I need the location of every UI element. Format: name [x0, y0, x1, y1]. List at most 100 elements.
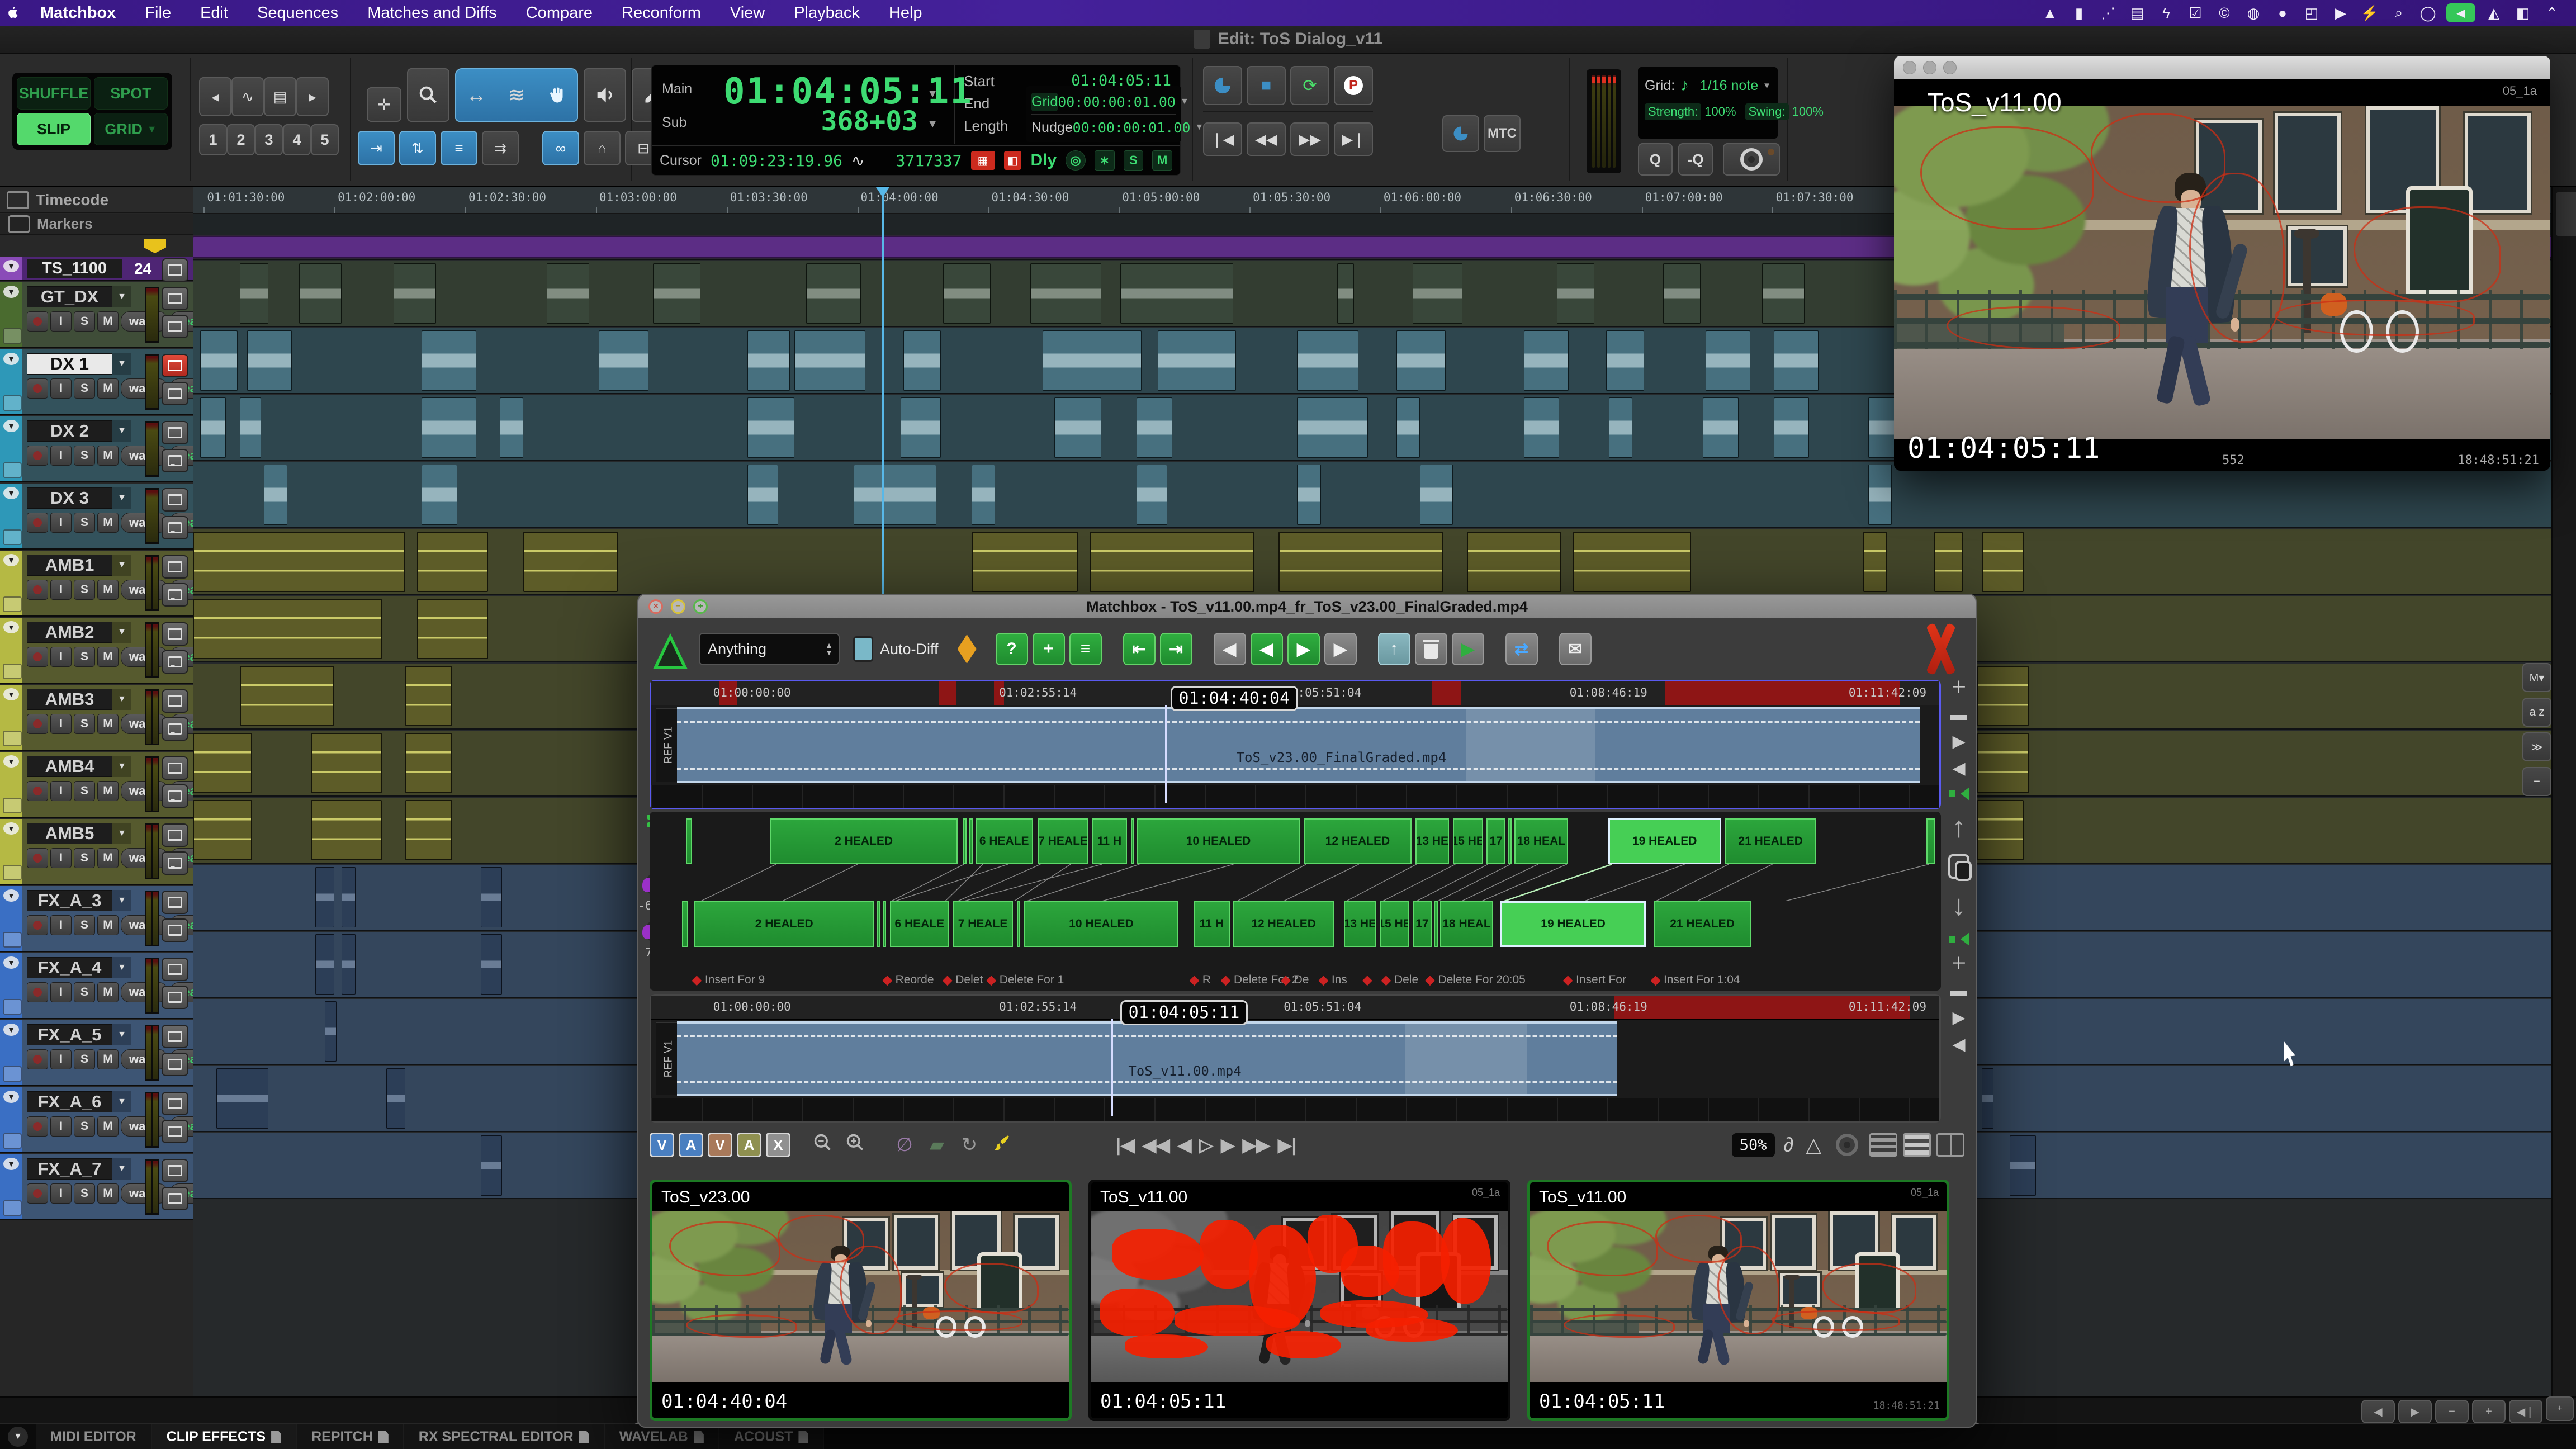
mute-indicator[interactable]: M — [1152, 150, 1172, 171]
dialog-minimize-icon[interactable]: − — [671, 599, 685, 614]
track-view-icon[interactable] — [162, 891, 188, 914]
audio-clip[interactable] — [342, 934, 356, 995]
m-button[interactable]: M — [97, 647, 119, 667]
track-view-selector[interactable]: wave — [121, 378, 168, 399]
mute-strip-button[interactable]: M▾ — [2522, 663, 2551, 692]
comments-icon[interactable] — [162, 1187, 188, 1210]
track-name[interactable]: AMB3 — [27, 689, 112, 710]
zoomer-tool-button[interactable] — [407, 68, 449, 122]
m-button[interactable]: M — [97, 714, 119, 734]
track-view-icon[interactable] — [162, 958, 188, 981]
edit-marker[interactable]: ◆ — [1362, 973, 1375, 987]
audio-clip[interactable] — [1524, 330, 1569, 391]
zoom-out-strip-icon[interactable]: ▬ — [1950, 707, 1967, 723]
audio-clip[interactable] — [1090, 532, 1254, 592]
track-view-selector[interactable]: wave — [121, 311, 168, 332]
s-button[interactable]: S — [74, 647, 95, 667]
zoom-in-strip-icon[interactable]: ＋ — [1950, 680, 1967, 697]
s-button[interactable]: S — [74, 311, 95, 332]
track-view-selector[interactable]: wave — [121, 580, 168, 600]
loop-compare-icon[interactable]: ↻ — [956, 1134, 983, 1156]
track-name[interactable]: AMB2 — [27, 622, 112, 643]
autodiff-checkbox[interactable]: Auto-Diff — [853, 636, 939, 662]
audio-clip[interactable] — [200, 397, 226, 458]
edit-marker[interactable]: ◆Delet — [943, 973, 983, 987]
record-arm-button[interactable] — [27, 513, 48, 533]
audio-clip[interactable] — [240, 263, 268, 324]
track-view-selector[interactable]: wave — [121, 1049, 168, 1069]
menu-item-sequences[interactable]: Sequences — [243, 0, 353, 26]
audio-clip[interactable] — [311, 733, 382, 793]
track-name[interactable]: FX_A_6 — [27, 1091, 112, 1112]
track-view-selector[interactable]: wave — [121, 1183, 168, 1204]
audio-clip[interactable] — [1706, 330, 1750, 391]
audio-clip[interactable] — [1030, 263, 1101, 324]
healed-segment[interactable]: 6 HEALE — [976, 818, 1033, 864]
track-view-icon[interactable] — [162, 1092, 188, 1115]
track-name-dropdown[interactable]: ▼ — [112, 420, 131, 442]
comments-icon[interactable] — [162, 516, 188, 539]
audio-clip[interactable] — [1934, 532, 1963, 592]
menu-item-playback[interactable]: Playback — [779, 0, 874, 26]
audio-clip[interactable] — [943, 263, 990, 324]
healed-segment[interactable] — [1131, 818, 1135, 864]
track-header-gt-dx[interactable]: ▼GT_DX▼ISMwaveread — [0, 282, 193, 348]
audio-clip[interactable] — [1868, 397, 1897, 458]
comments-icon[interactable] — [162, 784, 188, 808]
track-name-dropdown[interactable]: ▼ — [112, 622, 131, 643]
zoom-out-bottom-icon[interactable]: ▬ — [1950, 983, 1967, 1000]
track-name[interactable]: DX 3 — [27, 487, 112, 509]
audio-clip[interactable] — [1043, 330, 1142, 391]
audio-clip[interactable] — [500, 397, 523, 458]
collapse-chevron-icon[interactable]: ▼ — [3, 822, 19, 835]
collapse-chevron-icon[interactable]: ▼ — [3, 420, 19, 432]
audio-enable-icon[interactable] — [1949, 787, 1968, 801]
audio-clip[interactable] — [1977, 800, 2024, 860]
m-button[interactable]: M — [97, 1183, 119, 1204]
marker-flag-icon[interactable] — [144, 239, 166, 253]
audio-zoom-button[interactable]: ∿ — [231, 77, 264, 116]
audio-clip[interactable] — [2010, 1135, 2035, 1196]
control-center-icon[interactable]: ⌃ — [2541, 3, 2563, 22]
audio-clip[interactable] — [386, 1068, 405, 1129]
filter-dropdown[interactable]: Anything▲▼ — [699, 633, 840, 665]
track-header-dx-1[interactable]: ▼DX 1▼ISMwaveread — [0, 349, 193, 415]
audio-clip[interactable] — [422, 330, 476, 391]
audio-clip[interactable] — [747, 465, 778, 525]
sort-az-button[interactable]: a z — [2522, 698, 2551, 727]
healed-segment[interactable] — [883, 901, 887, 947]
track-lane-dx-3[interactable] — [193, 462, 2553, 528]
audio-clip[interactable] — [1982, 532, 2024, 592]
track-name-dropdown[interactable]: ▼ — [112, 353, 131, 375]
i-button[interactable]: I — [50, 378, 72, 399]
audio-clip[interactable] — [1158, 330, 1235, 391]
audio-clip[interactable] — [299, 263, 342, 324]
track-lane-amb1[interactable] — [193, 529, 2553, 595]
healed-segment[interactable]: 15 HE — [1453, 818, 1483, 864]
healed-segment[interactable]: 21 HEALED — [1725, 818, 1816, 864]
track-name[interactable]: FX_A_3 — [27, 890, 112, 911]
sub-counter[interactable]: 368+03 — [821, 106, 918, 137]
slip-mode-button[interactable]: SLIP — [17, 113, 91, 145]
track-header-ts-1100[interactable]: ▼TS_110024 — [0, 257, 193, 281]
comments-icon[interactable] — [162, 315, 188, 338]
track-name[interactable]: AMB1 — [27, 555, 112, 576]
track-name[interactable]: AMB5 — [27, 823, 112, 844]
export-up-button[interactable]: ↑ — [1378, 633, 1410, 665]
track-name[interactable]: FX_A_5 — [27, 1024, 112, 1045]
panel-icon[interactable]: ▮ — [2068, 3, 2090, 22]
m-button[interactable]: M — [97, 513, 119, 533]
grid-value[interactable]: 00:00:00:01.00 — [1058, 94, 1176, 110]
healed-segment-selected[interactable]: 19 HEALED — [1608, 818, 1721, 864]
audio-clip[interactable] — [325, 1001, 337, 1062]
healed-segment[interactable]: 10 HEALED — [1024, 901, 1178, 947]
audio-clip[interactable] — [901, 397, 941, 458]
m-button[interactable]: M — [97, 378, 119, 399]
i-button[interactable]: I — [50, 1183, 72, 1204]
i-button[interactable]: I — [50, 1116, 72, 1137]
healed-segment[interactable] — [682, 901, 688, 947]
sub-counter-dropdown[interactable]: ▼ — [927, 118, 938, 131]
audio-clip[interactable] — [1137, 397, 1172, 458]
clip-toggle-icon[interactable]: ▰ — [924, 1134, 950, 1156]
collapse-chevron-icon[interactable]: ▼ — [3, 554, 19, 566]
